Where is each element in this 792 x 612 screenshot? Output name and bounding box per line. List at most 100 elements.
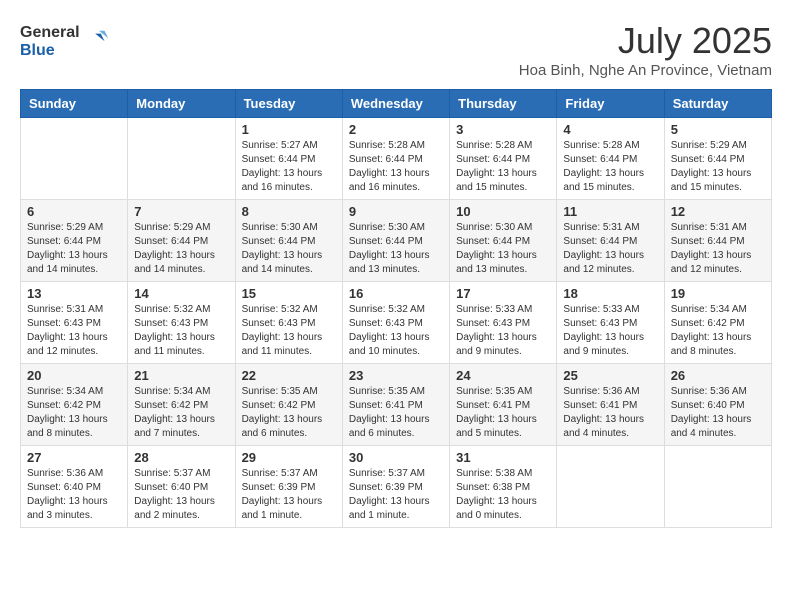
day-of-week-header: Tuesday <box>235 90 342 118</box>
day-of-week-header: Wednesday <box>342 90 449 118</box>
calendar-cell: 16 Sunrise: 5:32 AMSunset: 6:43 PMDayligh… <box>342 282 449 364</box>
day-number: 12 <box>671 204 765 219</box>
calendar-cell <box>128 118 235 200</box>
day-number: 25 <box>563 368 657 383</box>
day-of-week-header: Saturday <box>664 90 771 118</box>
logo-general: General <box>20 24 80 42</box>
day-info: Sunrise: 5:28 AMSunset: 6:44 PMDaylight:… <box>349 139 443 195</box>
day-info: Sunrise: 5:28 AMSunset: 6:44 PMDaylight:… <box>456 139 550 195</box>
calendar-cell: 23Sunrise: 5:35 AMSunset: 6:41 PMDayligh… <box>342 364 449 446</box>
day-number: 21 <box>134 368 228 383</box>
day-number: 13 <box>27 286 121 301</box>
calendar-cell: 17Sunrise: 5:33 AMSunset: 6:43 PMDayligh… <box>450 282 557 364</box>
day-number: 24 <box>456 368 550 383</box>
calendar: SundayMondayTuesdayWednesdayThursdayFrid… <box>20 89 772 528</box>
calendar-cell <box>664 446 771 528</box>
day-info: Sunrise: 5:32 AMSunset: 6:43 PMDaylight:… <box>134 303 228 359</box>
day-number: 20 <box>27 368 121 383</box>
calendar-header-row: SundayMondayTuesdayWednesdayThursdayFrid… <box>21 90 772 118</box>
day-info: Sunrise: 5:30 AMSunset: 6:44 PMDaylight:… <box>456 221 550 277</box>
calendar-cell: 30 Sunrise: 5:37 AMSunset: 6:39 PMDayligh… <box>342 446 449 528</box>
subtitle: Hoa Binh, Nghe An Province, Vietnam <box>519 62 772 79</box>
day-info: Sunrise: 5:34 AMSunset: 6:42 PMDaylight:… <box>27 385 121 441</box>
day-number: 19 <box>671 286 765 301</box>
day-number: 9 <box>349 204 443 219</box>
day-number: 3 <box>456 122 550 137</box>
calendar-cell: 10 Sunrise: 5:30 AMSunset: 6:44 PMDayligh… <box>450 200 557 282</box>
day-info: Sunrise: 5:27 AMSunset: 6:44 PMDaylight:… <box>242 139 336 195</box>
calendar-cell: 9 Sunrise: 5:30 AMSunset: 6:44 PMDaylight… <box>342 200 449 282</box>
day-number: 5 <box>671 122 765 137</box>
day-of-week-header: Friday <box>557 90 664 118</box>
day-info: Sunrise: 5:31 AMSunset: 6:44 PMDaylight:… <box>563 221 657 277</box>
calendar-week-row: 27 Sunrise: 5:36 AMSunset: 6:40 PMDayligh… <box>21 446 772 528</box>
day-number: 11 <box>563 204 657 219</box>
day-info: Sunrise: 5:36 AMSunset: 6:40 PMDaylight:… <box>671 385 765 441</box>
day-number: 16 <box>349 286 443 301</box>
logo: General Blue <box>20 20 112 61</box>
calendar-cell: 12 Sunrise: 5:31 AMSunset: 6:44 PMDayligh… <box>664 200 771 282</box>
day-number: 27 <box>27 450 121 465</box>
day-info: Sunrise: 5:31 AMSunset: 6:44 PMDaylight:… <box>671 221 765 277</box>
day-info: Sunrise: 5:29 AMSunset: 6:44 PMDaylight:… <box>671 139 765 195</box>
logo-text-group: General Blue <box>20 24 80 61</box>
day-number: 23 <box>349 368 443 383</box>
day-number: 6 <box>27 204 121 219</box>
day-info: Sunrise: 5:35 AMSunset: 6:42 PMDaylight:… <box>242 385 336 441</box>
day-info: Sunrise: 5:37 AMSunset: 6:39 PMDaylight:… <box>349 467 443 523</box>
day-info: Sunrise: 5:37 AMSunset: 6:40 PMDaylight:… <box>134 467 228 523</box>
calendar-cell: 31 Sunrise: 5:38 AMSunset: 6:38 PMDayligh… <box>450 446 557 528</box>
day-info: Sunrise: 5:36 AMSunset: 6:40 PMDaylight:… <box>27 467 121 523</box>
calendar-cell: 20 Sunrise: 5:34 AMSunset: 6:42 PMDayligh… <box>21 364 128 446</box>
day-info: Sunrise: 5:28 AMSunset: 6:44 PMDaylight:… <box>563 139 657 195</box>
calendar-cell: 21 Sunrise: 5:34 AMSunset: 6:42 PMDayligh… <box>128 364 235 446</box>
day-number: 2 <box>349 122 443 137</box>
calendar-cell: 3 Sunrise: 5:28 AMSunset: 6:44 PMDaylight… <box>450 118 557 200</box>
day-info: Sunrise: 5:33 AMSunset: 6:43 PMDaylight:… <box>563 303 657 359</box>
day-info: Sunrise: 5:30 AMSunset: 6:44 PMDaylight:… <box>242 221 336 277</box>
calendar-cell: 4 Sunrise: 5:28 AMSunset: 6:44 PMDaylight… <box>557 118 664 200</box>
calendar-week-row: 13 Sunrise: 5:31 AMSunset: 6:43 PMDayligh… <box>21 282 772 364</box>
logo-container: General Blue <box>20 24 112 61</box>
calendar-week-row: 20 Sunrise: 5:34 AMSunset: 6:42 PMDayligh… <box>21 364 772 446</box>
day-info: Sunrise: 5:34 AMSunset: 6:42 PMDaylight:… <box>134 385 228 441</box>
calendar-cell: 24 Sunrise: 5:35 AMSunset: 6:41 PMDayligh… <box>450 364 557 446</box>
day-info: Sunrise: 5:30 AMSunset: 6:44 PMDaylight:… <box>349 221 443 277</box>
calendar-cell: 1 Sunrise: 5:27 AMSunset: 6:44 PMDaylight… <box>235 118 342 200</box>
day-info: Sunrise: 5:37 AMSunset: 6:39 PMDaylight:… <box>242 467 336 523</box>
day-info: Sunrise: 5:31 AMSunset: 6:43 PMDaylight:… <box>27 303 121 359</box>
day-number: 8 <box>242 204 336 219</box>
day-number: 14 <box>134 286 228 301</box>
day-of-week-header: Monday <box>128 90 235 118</box>
calendar-cell: 8 Sunrise: 5:30 AMSunset: 6:44 PMDaylight… <box>235 200 342 282</box>
calendar-cell: 22Sunrise: 5:35 AMSunset: 6:42 PMDayligh… <box>235 364 342 446</box>
day-info: Sunrise: 5:35 AMSunset: 6:41 PMDaylight:… <box>456 385 550 441</box>
header: General Blue July 2025 Hoa Binh, Nghe An… <box>20 20 772 79</box>
calendar-cell: 19Sunrise: 5:34 AMSunset: 6:42 PMDayligh… <box>664 282 771 364</box>
calendar-cell: 5 Sunrise: 5:29 AMSunset: 6:44 PMDaylight… <box>664 118 771 200</box>
calendar-cell <box>21 118 128 200</box>
day-info: Sunrise: 5:32 AMSunset: 6:43 PMDaylight:… <box>349 303 443 359</box>
day-number: 30 <box>349 450 443 465</box>
calendar-cell: 2 Sunrise: 5:28 AMSunset: 6:44 PMDaylight… <box>342 118 449 200</box>
calendar-cell: 14 Sunrise: 5:32 AMSunset: 6:43 PMDayligh… <box>128 282 235 364</box>
calendar-cell: 25 Sunrise: 5:36 AMSunset: 6:41 PMDayligh… <box>557 364 664 446</box>
main-title: July 2025 <box>519 20 772 62</box>
day-of-week-header: Thursday <box>450 90 557 118</box>
day-info: Sunrise: 5:32 AMSunset: 6:43 PMDaylight:… <box>242 303 336 359</box>
day-number: 31 <box>456 450 550 465</box>
day-number: 1 <box>242 122 336 137</box>
calendar-cell: 7Sunrise: 5:29 AMSunset: 6:44 PMDaylight… <box>128 200 235 282</box>
calendar-cell <box>557 446 664 528</box>
day-number: 10 <box>456 204 550 219</box>
logo-bird-icon <box>84 28 112 56</box>
calendar-cell: 6Sunrise: 5:29 AMSunset: 6:44 PMDaylight… <box>21 200 128 282</box>
day-number: 15 <box>242 286 336 301</box>
day-info: Sunrise: 5:38 AMSunset: 6:38 PMDaylight:… <box>456 467 550 523</box>
day-info: Sunrise: 5:36 AMSunset: 6:41 PMDaylight:… <box>563 385 657 441</box>
calendar-cell: 29Sunrise: 5:37 AMSunset: 6:39 PMDayligh… <box>235 446 342 528</box>
day-number: 7 <box>134 204 228 219</box>
day-number: 4 <box>563 122 657 137</box>
day-number: 28 <box>134 450 228 465</box>
calendar-cell: 26Sunrise: 5:36 AMSunset: 6:40 PMDayligh… <box>664 364 771 446</box>
